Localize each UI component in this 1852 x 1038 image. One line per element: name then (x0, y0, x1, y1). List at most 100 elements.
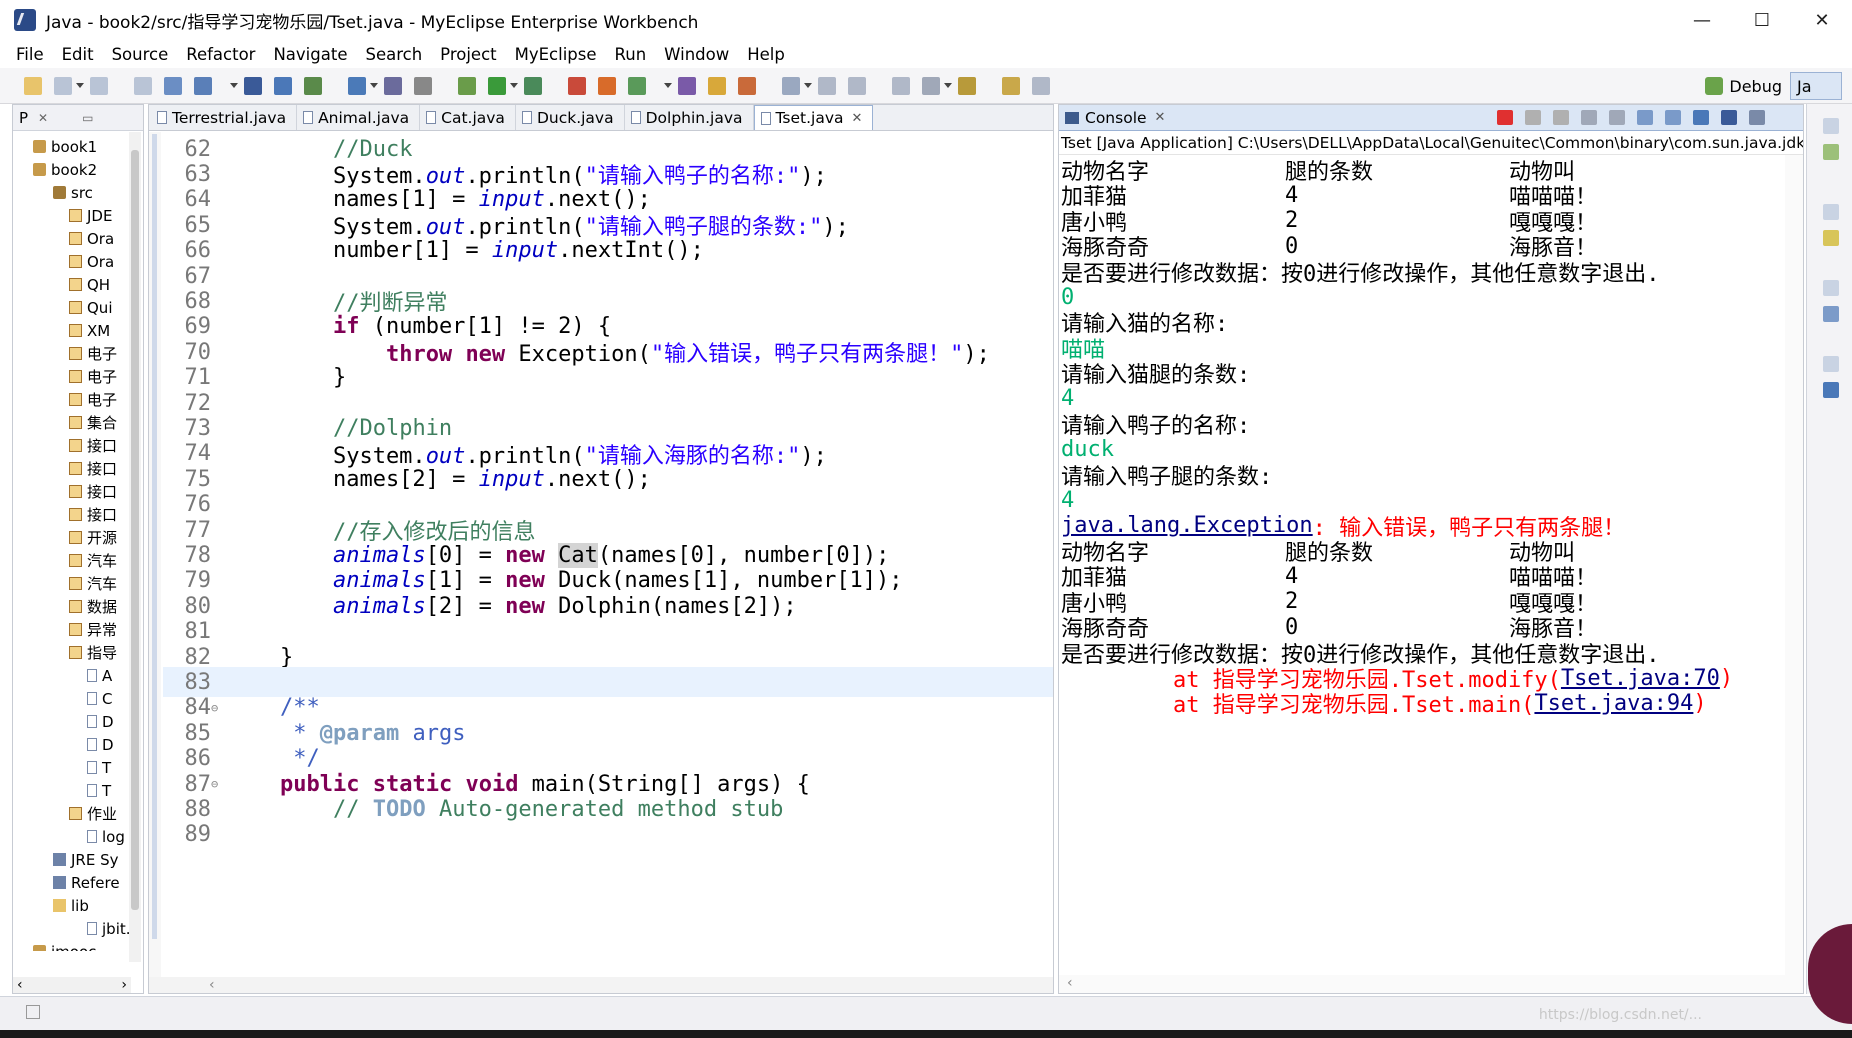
view-icon[interactable] (1823, 280, 1839, 296)
scroll-left-icon[interactable]: ‹ (1067, 975, 1073, 991)
menu-myeclipse[interactable]: MyEclipse (515, 45, 597, 64)
chevron-down-icon[interactable] (370, 83, 378, 88)
chevron-down-icon[interactable] (76, 83, 84, 88)
java-perspective-button[interactable]: Ja (1790, 72, 1842, 100)
toolbar-button-icon[interactable] (892, 77, 910, 95)
toolbar-button-icon[interactable] (818, 77, 836, 95)
view-icon[interactable] (1823, 204, 1839, 220)
tree-item[interactable]: imooc (13, 940, 131, 951)
toolbar-button-icon[interactable] (628, 77, 646, 95)
tree-item[interactable]: 接口 (13, 503, 131, 526)
menu-window[interactable]: Window (664, 45, 729, 64)
tree-item[interactable]: 异常 (13, 618, 131, 641)
console-link[interactable]: Tset.java:94 (1534, 691, 1693, 716)
toolbar-button-icon[interactable] (708, 77, 726, 95)
toolbar-button-icon[interactable] (678, 77, 696, 95)
tree-item[interactable]: Ora (13, 250, 131, 273)
view-icon[interactable] (1823, 230, 1839, 246)
toolbar-button-icon[interactable] (598, 77, 616, 95)
tab-animal[interactable]: Animal.java (297, 105, 421, 130)
toolbar-button-icon[interactable] (304, 77, 322, 95)
toolbar-button-icon[interactable] (414, 77, 432, 95)
console-toolbar-icon[interactable] (1497, 110, 1513, 125)
view-icon[interactable] (1823, 306, 1839, 322)
console-hscrollbar[interactable]: ‹ (1059, 975, 1803, 993)
scroll-right-icon[interactable]: › (121, 977, 127, 993)
view-icon[interactable] (1823, 144, 1839, 160)
toolbar-button-icon[interactable] (488, 77, 506, 95)
fold-toggle-icon[interactable]: ⊖ (211, 701, 227, 715)
chevron-down-icon[interactable] (664, 83, 672, 88)
toolbar-button-icon[interactable] (782, 77, 800, 95)
view-icon[interactable] (1823, 118, 1839, 134)
tree-item[interactable]: T (13, 756, 131, 779)
toolbar-button-icon[interactable] (384, 77, 402, 95)
console-output[interactable]: 动物名字 腿的条数 动物叫 加菲猫 4 喵喵喵！ 唐小鸭 2 嘎嘎嘎！ 海豚奇奇 0 海豚音！ 是否要进… (1061, 155, 1783, 975)
menu-project[interactable]: Project (440, 45, 496, 64)
tree-item[interactable]: XM (13, 319, 131, 342)
tree-item[interactable]: Refere (13, 871, 131, 894)
tree-item[interactable]: 电子 (13, 388, 131, 411)
console-toolbar-icon[interactable] (1721, 110, 1737, 125)
tree-item[interactable]: 汽车 (13, 572, 131, 595)
menu-navigate[interactable]: Navigate (273, 45, 347, 64)
tree-item[interactable]: 接口 (13, 434, 131, 457)
scroll-left-icon[interactable]: ‹ (17, 977, 23, 993)
tab-cat[interactable]: Cat.java (420, 105, 516, 130)
toolbar-button-icon[interactable] (524, 77, 542, 95)
console-toolbar-icon[interactable] (1525, 110, 1541, 125)
view-icon[interactable] (1823, 356, 1839, 372)
console-toolbar-icon[interactable] (1609, 110, 1625, 125)
toolbar-button-icon[interactable] (54, 77, 72, 95)
tree-item[interactable]: 电子 (13, 365, 131, 388)
menu-search[interactable]: Search (365, 45, 422, 64)
chevron-down-icon[interactable] (230, 83, 238, 88)
toolbar-button-icon[interactable] (274, 77, 292, 95)
console-tab[interactable]: Console ✕ (1059, 105, 1803, 131)
tree-item[interactable]: 汽车 (13, 549, 131, 572)
tree-item[interactable]: src (13, 181, 131, 204)
menu-help[interactable]: Help (747, 45, 785, 64)
menu-refactor[interactable]: Refactor (186, 45, 255, 64)
chevron-down-icon[interactable] (804, 83, 812, 88)
tree-item[interactable]: C (13, 687, 131, 710)
package-explorer-hscrollbar[interactable]: ‹ › (13, 977, 131, 993)
tree-item[interactable]: A (13, 664, 131, 687)
toolbar-button-icon[interactable] (738, 77, 756, 95)
toolbar-button-icon[interactable] (90, 77, 108, 95)
tree-item[interactable]: Ora (13, 227, 131, 250)
tree-item[interactable]: 集合 (13, 411, 131, 434)
menu-file[interactable]: File (16, 45, 44, 64)
tree-item[interactable]: lib (13, 894, 131, 917)
minimize-view-icon[interactable]: ▭ (82, 111, 93, 125)
tree-item[interactable]: 开源 (13, 526, 131, 549)
fast-view-icon[interactable] (26, 1005, 40, 1019)
close-icon[interactable]: ✕ (1155, 110, 1166, 125)
tree-item[interactable]: log (13, 825, 131, 848)
tree-item[interactable]: D (13, 733, 131, 756)
tree-item[interactable]: book1 (13, 135, 131, 158)
tree-item[interactable]: book2 (13, 158, 131, 181)
chevron-down-icon[interactable] (944, 83, 952, 88)
console-link[interactable]: Tset.java:70 (1561, 666, 1720, 691)
toolbar-button-icon[interactable] (458, 77, 476, 95)
tree-item[interactable]: 作业 (13, 802, 131, 825)
tree-item[interactable]: 指导 (13, 641, 131, 664)
view-icon[interactable] (1823, 382, 1839, 398)
tree-item[interactable]: 数据 (13, 595, 131, 618)
tree-item[interactable]: D (13, 710, 131, 733)
code-line[interactable]: 89 (163, 820, 1053, 850)
minimize-button[interactable]: — (1672, 0, 1732, 40)
toolbar-button-icon[interactable] (1032, 77, 1050, 95)
package-explorer-scrollbar[interactable] (129, 132, 141, 962)
toolbar-button-icon[interactable] (1002, 77, 1020, 95)
tree-item[interactable]: 接口 (13, 480, 131, 503)
close-icon[interactable]: ✕ (852, 111, 863, 126)
toolbar-button-icon[interactable] (848, 77, 866, 95)
toolbar-button-icon[interactable] (958, 77, 976, 95)
toolbar-button-icon[interactable] (24, 77, 42, 95)
package-explorer-tab[interactable]: P ✕ ▭ (13, 105, 143, 131)
debug-perspective-button[interactable]: Debug (1705, 74, 1782, 98)
tree-item[interactable]: jbit.lo (13, 917, 131, 940)
close-button[interactable]: ✕ (1792, 0, 1852, 40)
